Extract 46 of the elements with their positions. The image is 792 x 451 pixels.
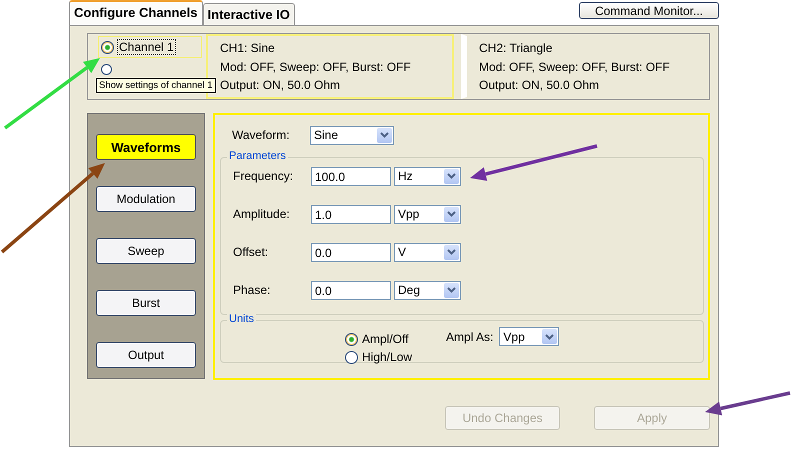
input-field[interactable]: 0.0 xyxy=(311,280,391,300)
chevron-down-icon xyxy=(447,249,456,255)
nav-button[interactable]: Burst xyxy=(96,290,196,316)
radio-button[interactable] xyxy=(345,350,358,364)
field-label: Phase: xyxy=(233,283,272,297)
input-field[interactable]: 0.0 xyxy=(311,242,391,262)
group-title: Parameters xyxy=(227,150,288,162)
summary-line: Output: ON, 50.0 Ohm xyxy=(479,77,600,93)
dropdown[interactable]: Deg xyxy=(394,280,461,300)
chevron-down-icon xyxy=(545,334,554,340)
command-monitor-button[interactable]: Command Monitor... xyxy=(579,2,719,19)
radio-label[interactable]: Ampl/Off xyxy=(362,332,408,346)
dropdown[interactable]: V xyxy=(394,242,461,262)
nav-button[interactable]: Waveforms xyxy=(96,134,196,160)
radio-label[interactable]: High/Low xyxy=(362,350,412,364)
chevron-down-icon xyxy=(447,287,456,293)
group-title: Units xyxy=(227,313,256,325)
nav-button[interactable]: Sweep xyxy=(96,238,196,264)
summary-line: CH1: Sine xyxy=(220,40,276,56)
summary-line: Mod: OFF, Sweep: OFF, Burst: OFF xyxy=(220,58,412,74)
field-label: Amplitude: xyxy=(233,207,291,221)
input-field[interactable]: 1.0 xyxy=(311,204,391,224)
field-label: Frequency: xyxy=(233,169,294,183)
tab[interactable]: Interactive IO xyxy=(202,3,295,25)
chevron-down-icon xyxy=(380,132,389,138)
summary-line: CH2: Triangle xyxy=(479,40,554,56)
dropdown[interactable]: Sine xyxy=(310,126,394,144)
tooltip: Show settings of channel 1 xyxy=(96,78,216,93)
tab[interactable]: Configure Channels xyxy=(69,0,203,25)
radio-label[interactable]: Channel 1 xyxy=(117,39,176,55)
nav-button[interactable]: Output xyxy=(96,342,196,368)
dropdown[interactable]: Hz xyxy=(394,166,461,186)
dropdown[interactable]: Vpp xyxy=(394,204,461,224)
summary-line: Mod: OFF, Sweep: OFF, Burst: OFF xyxy=(479,58,671,74)
dropdown[interactable]: Vpp xyxy=(499,327,560,346)
nav-button[interactable]: Modulation xyxy=(96,186,196,212)
chevron-down-icon xyxy=(447,173,456,179)
summary-line: Output: ON, 50.0 Ohm xyxy=(220,77,342,93)
field-label: Offset: xyxy=(233,245,270,259)
radio-button[interactable] xyxy=(345,332,358,346)
field-label: Waveform: xyxy=(232,128,291,142)
radio-button[interactable] xyxy=(101,64,112,74)
chevron-down-icon xyxy=(447,211,456,217)
radio-button[interactable] xyxy=(101,40,114,54)
field-label: Ampl As: xyxy=(446,330,494,344)
input-field[interactable]: 100.0 xyxy=(311,166,391,186)
